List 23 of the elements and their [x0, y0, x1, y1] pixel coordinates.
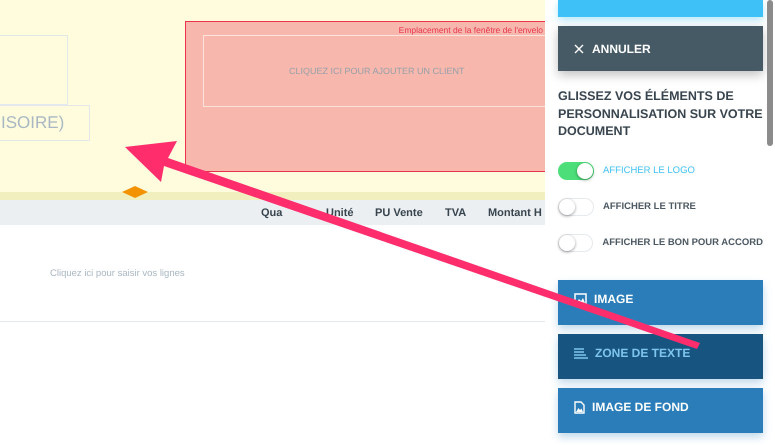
- column-header: Qua: [261, 206, 282, 218]
- column-header: PU Vente: [375, 206, 423, 218]
- column-header: Montant H: [488, 206, 542, 218]
- add-lines-prompt: Cliquez ici pour saisir vos lignes: [50, 268, 185, 278]
- column-header: TVA: [445, 206, 466, 218]
- image-file-icon: [574, 400, 585, 414]
- toggle-label: AFFICHER LE BON POUR ACCORD: [602, 237, 763, 248]
- toggle-switch[interactable]: [558, 162, 594, 180]
- cancel-button[interactable]: ANNULER: [558, 26, 763, 71]
- add-client-prompt: CLIQUEZ ICI POUR AJOUTER UN CLIENT: [289, 66, 465, 76]
- envelope-window-label: Emplacement de la fenêtre de l'envelo: [398, 25, 543, 35]
- element-button[interactable]: IMAGE: [558, 280, 763, 324]
- toggle-label: AFFICHER LE TITRE: [603, 201, 696, 212]
- logo-placeholder[interactable]: [0, 35, 68, 105]
- element-button[interactable]: ZONE DE TEXTE: [558, 334, 763, 378]
- document-title: ISOIRE): [1, 113, 64, 133]
- scrollbar[interactable]: [767, 0, 773, 146]
- element-button[interactable]: IMAGE DE FOND: [558, 388, 763, 432]
- top-button[interactable]: [558, 0, 763, 17]
- panel-heading: GLISSEZ VOS ÉLÉMENTS DE PERSONNALISATION SUR VOTRE DOCUMENT: [558, 88, 763, 140]
- text-lines-icon: [574, 348, 588, 358]
- close-icon: [574, 44, 584, 54]
- toggle-label: AFFICHER LE LOGO: [603, 165, 695, 176]
